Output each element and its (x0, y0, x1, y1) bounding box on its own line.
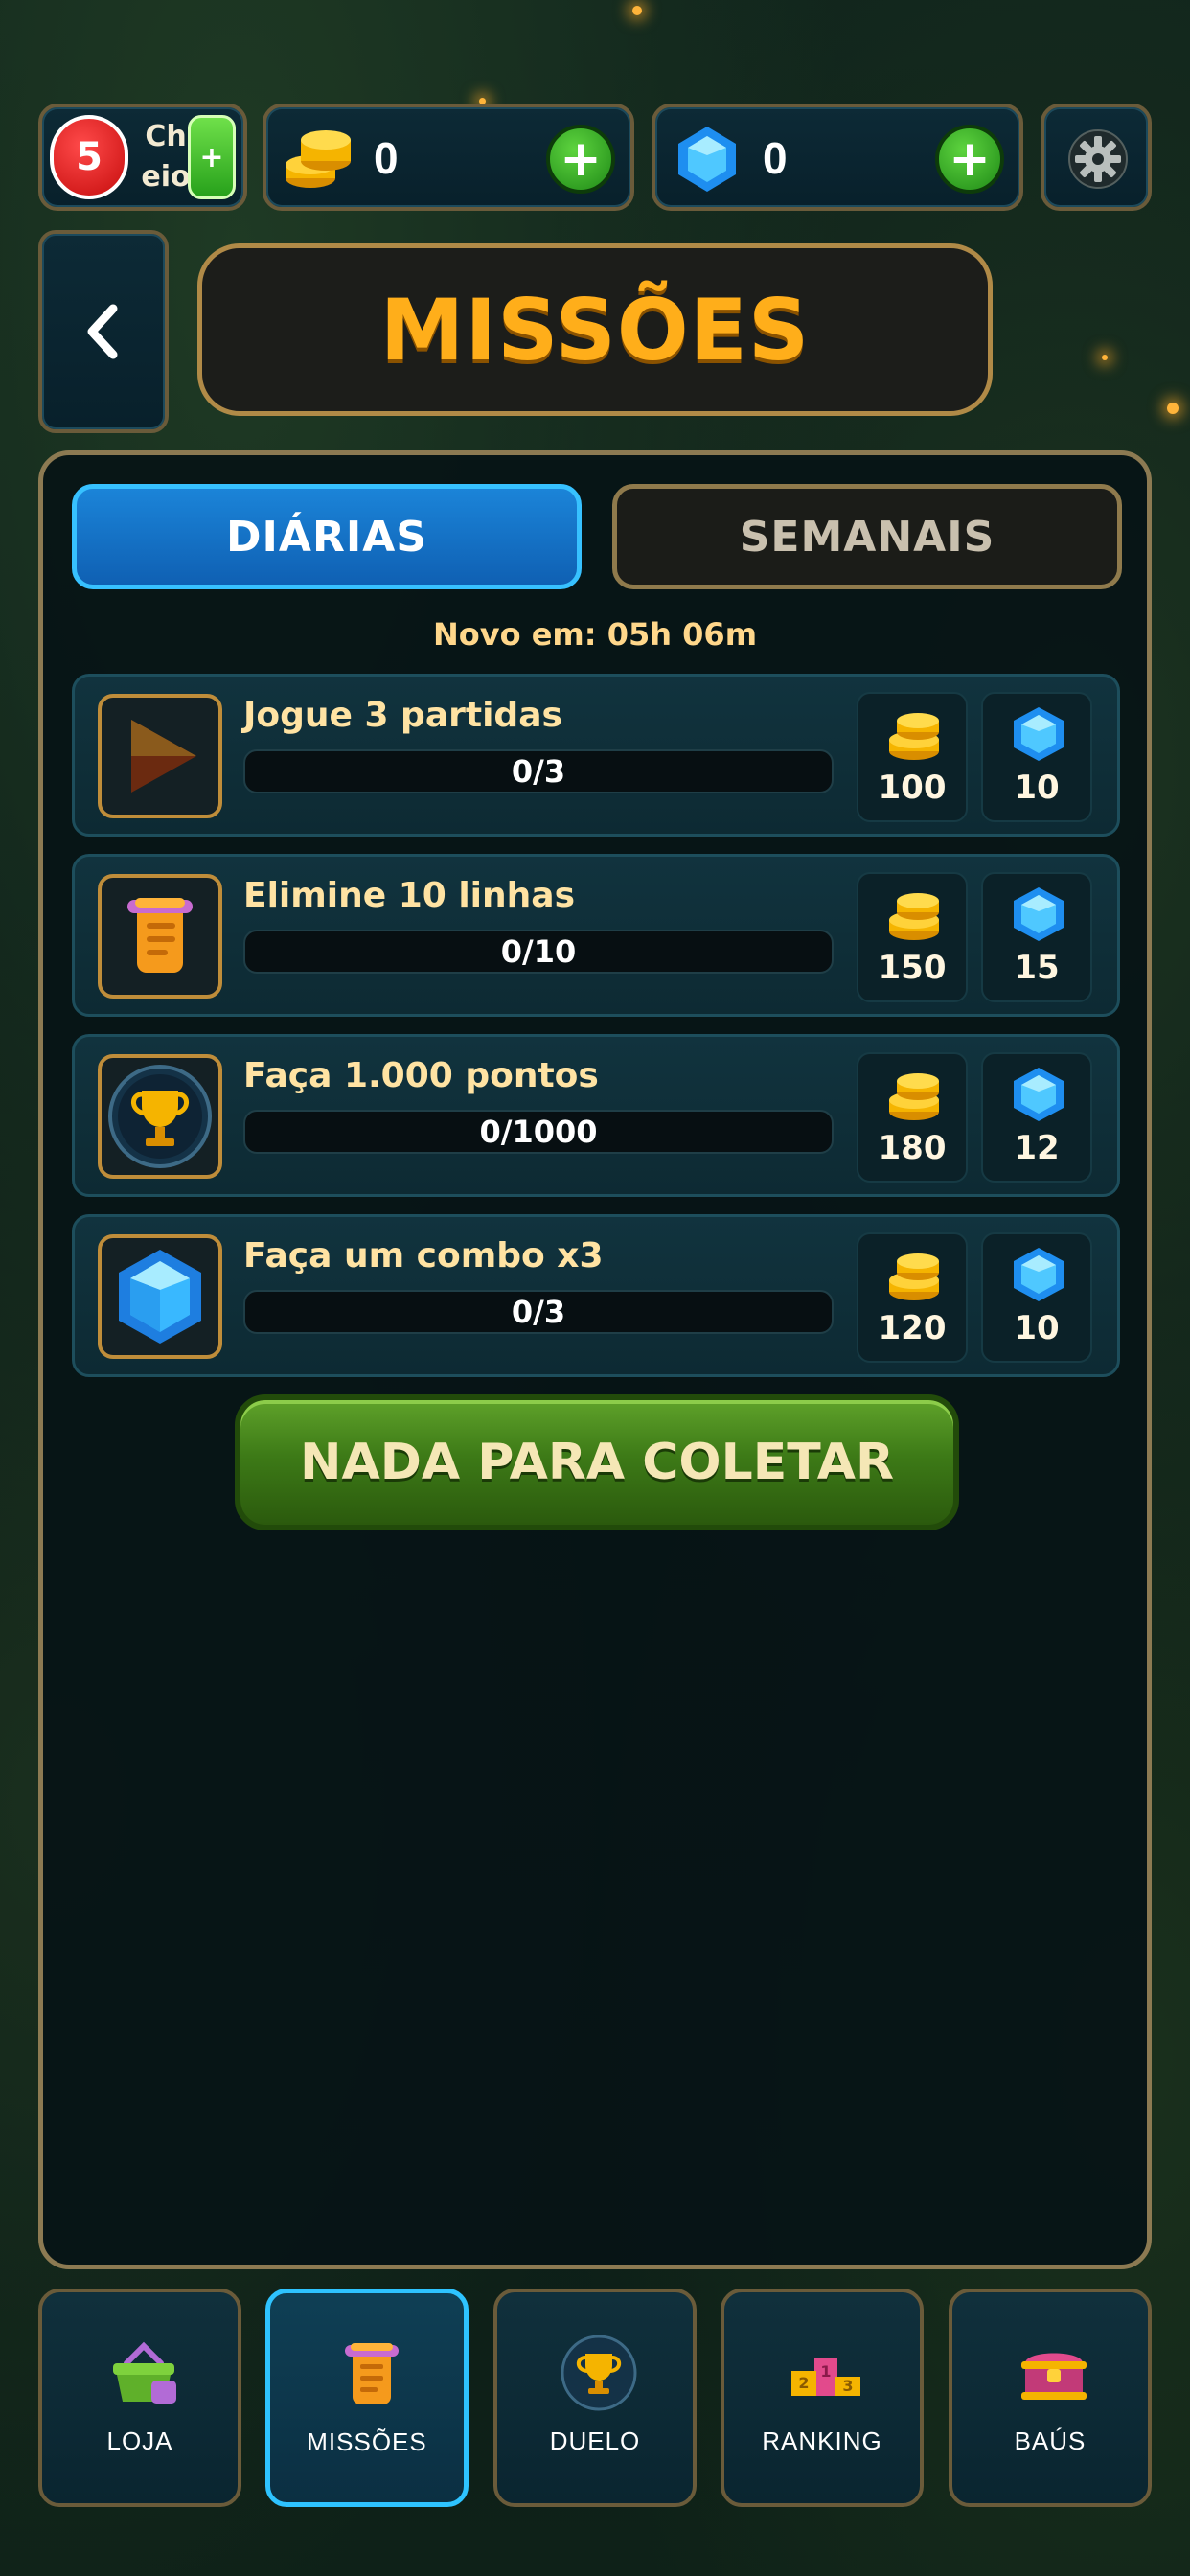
gear-icon (1068, 129, 1128, 189)
coin-reward: 100 (857, 692, 968, 822)
mission-title: Faça 1.000 pontos (243, 1056, 599, 1095)
gems-value: 0 (763, 133, 788, 183)
mission-icon-frame (98, 1234, 222, 1359)
mission-progress-bar: 0/3 (243, 1290, 834, 1334)
gem-reward-value: 15 (1014, 949, 1060, 987)
trophy-icon (108, 1065, 212, 1168)
coin-reward: 150 (857, 872, 968, 1002)
coin-reward-value: 100 (878, 769, 947, 807)
page-title: MISSÕES (379, 280, 811, 380)
nav-label: MISSÕES (307, 2427, 427, 2456)
coins-icon (889, 1254, 939, 1300)
gems-counter: 0 + (652, 104, 1023, 211)
svg-text:3: 3 (842, 2377, 853, 2395)
gem-icon (1014, 1068, 1064, 1121)
scroll-icon (345, 2343, 399, 2404)
coin-reward: 180 (857, 1052, 968, 1183)
nav-chests[interactable]: BAÚS (949, 2288, 1152, 2507)
svg-text:2: 2 (798, 2374, 809, 2392)
coin-reward: 120 (857, 1232, 968, 1363)
add-lives-button[interactable]: + (188, 115, 236, 199)
podium-icon: 1 2 3 (791, 2358, 860, 2396)
lives-status-label: Cheio (141, 120, 191, 194)
coins-counter: 0 + (263, 104, 634, 211)
nav-label: DUELO (549, 2426, 641, 2455)
coins-icon (286, 130, 351, 188)
gem-reward-value: 10 (1014, 769, 1060, 807)
add-gems-button[interactable]: + (935, 125, 1004, 194)
mission-icon-frame (98, 874, 222, 999)
shop-basket-icon (113, 2341, 176, 2404)
trophy-icon (561, 2334, 637, 2411)
mission-progress-text: 0/10 (500, 933, 577, 970)
chevron-left-icon (87, 304, 118, 359)
gem-reward-value: 10 (1014, 1309, 1060, 1347)
coin-reward-value: 120 (878, 1309, 947, 1347)
mission-progress-bar: 0/1000 (243, 1110, 834, 1154)
lives-count: 5 (50, 115, 128, 199)
nav-label: RANKING (762, 2426, 882, 2455)
coins-icon (889, 713, 939, 760)
chest-icon (1021, 2353, 1087, 2400)
scroll-icon (127, 898, 193, 973)
nav-duel[interactable]: DUELO (493, 2288, 697, 2507)
collect-button[interactable]: NADA PARA COLETAR (235, 1394, 959, 1530)
mission-progress-text: 0/3 (511, 1294, 566, 1330)
nav-label: LOJA (106, 2426, 173, 2455)
settings-button[interactable] (1041, 104, 1152, 211)
gem-reward: 15 (981, 872, 1092, 1002)
mission-progress-text: 0/1000 (479, 1114, 598, 1150)
mission-progress-bar: 0/3 (243, 749, 834, 794)
firefly-decoration (1167, 402, 1179, 414)
firefly-decoration (632, 6, 642, 15)
nav-missions[interactable]: MISSÕES (265, 2288, 469, 2507)
nav-ranking[interactable]: 1 2 3 RANKING (721, 2288, 924, 2507)
mission-row: Faça um combo x3 0/3 120 10 (72, 1214, 1120, 1377)
tab-weekly[interactable]: SEMANAIS (612, 484, 1122, 589)
mission-title: Elimine 10 linhas (243, 876, 575, 915)
add-coins-button[interactable]: + (546, 125, 615, 194)
play-icon (131, 720, 196, 793)
nav-label: BAÚS (1014, 2426, 1087, 2455)
mission-title: Jogue 3 partidas (243, 696, 562, 735)
nav-shop[interactable]: LOJA (38, 2288, 241, 2507)
gem-icon (119, 1250, 201, 1344)
gem-reward: 10 (981, 1232, 1092, 1363)
gem-reward-value: 12 (1014, 1129, 1060, 1167)
status-bar: 5 Cheio + 0 + 0 + (38, 104, 1152, 211)
page-title-banner: MISSÕES (197, 243, 993, 416)
coins-icon (889, 893, 939, 940)
mission-row: Jogue 3 partidas 0/3 100 10 (72, 674, 1120, 837)
coins-value: 0 (374, 133, 399, 183)
tab-daily[interactable]: DIÁRIAS (72, 484, 582, 589)
back-button[interactable] (38, 230, 169, 433)
mission-icon-frame (98, 694, 222, 818)
mission-progress-bar: 0/10 (243, 930, 834, 974)
svg-text:1: 1 (820, 2362, 831, 2380)
gem-icon (1014, 887, 1064, 941)
reset-timer: Novo em: 05h 06m (432, 616, 758, 653)
missions-panel: DIÁRIAS SEMANAIS Novo em: 05h 06m Jogue … (38, 450, 1152, 2269)
gem-icon (1014, 1248, 1064, 1301)
mission-title: Faça um combo x3 (243, 1236, 604, 1276)
mission-row: Elimine 10 linhas 0/10 150 15 (72, 854, 1120, 1017)
mission-progress-text: 0/3 (511, 753, 566, 790)
gem-reward: 12 (981, 1052, 1092, 1183)
firefly-decoration (1102, 355, 1108, 360)
gem-icon (678, 126, 736, 192)
gem-icon (1014, 707, 1064, 761)
coins-icon (889, 1073, 939, 1120)
coin-reward-value: 180 (878, 1129, 947, 1167)
mission-row: Faça 1.000 pontos 0/1000 180 12 (72, 1034, 1120, 1197)
mission-icon-frame (98, 1054, 222, 1179)
lives-counter: 5 Cheio + (38, 104, 247, 211)
gem-reward: 10 (981, 692, 1092, 822)
coin-reward-value: 150 (878, 949, 947, 987)
